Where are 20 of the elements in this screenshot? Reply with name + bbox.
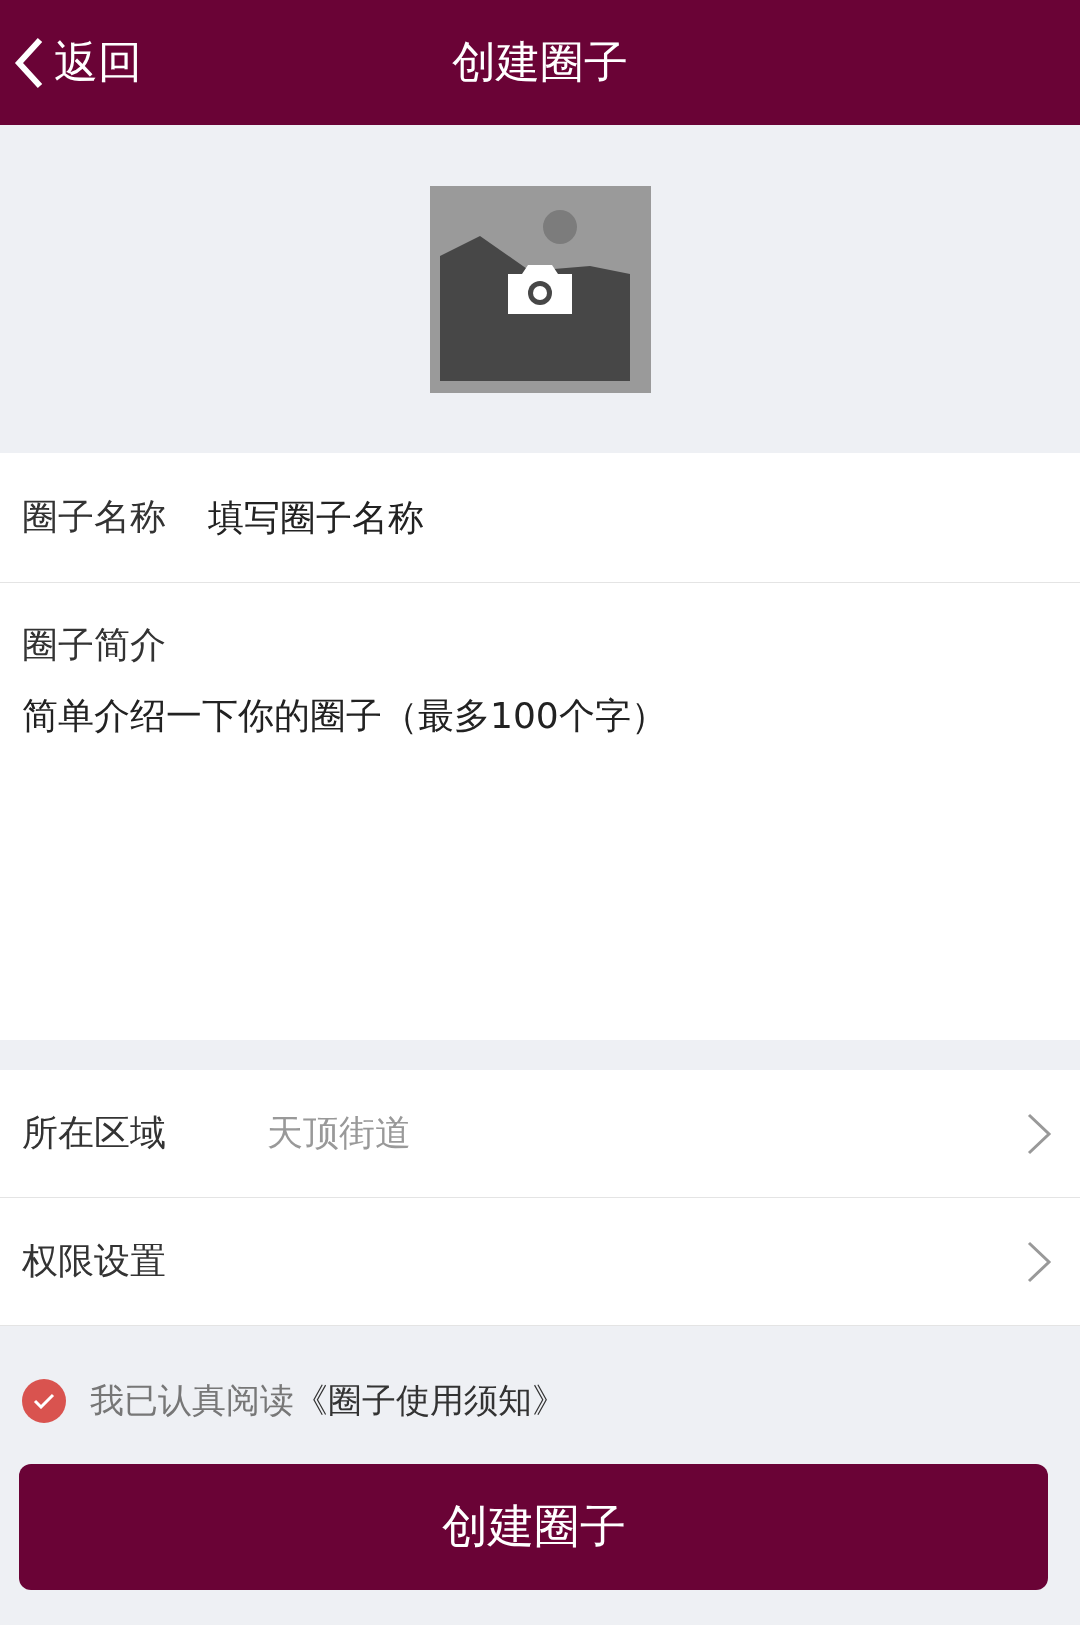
chevron-right-icon — [1026, 1239, 1052, 1284]
name-field-row[interactable]: 圈子名称 填写圈子名称 — [0, 453, 1080, 583]
check-icon — [33, 1393, 55, 1409]
field-label: 圈子简介 — [22, 623, 167, 667]
settings-row[interactable]: 权限设置 — [0, 1198, 1080, 1326]
back-button[interactable]: 返回 — [14, 33, 142, 92]
upload-photo-button[interactable] — [429, 185, 651, 393]
guidelines-link[interactable]: 《圈子使用须知》 — [294, 1380, 566, 1420]
create-button[interactable]: 创建圈子 — [19, 1464, 1048, 1590]
chevron-right-icon — [1026, 1111, 1052, 1156]
agree-checkbox[interactable] — [22, 1379, 66, 1423]
circle-intro-field[interactable]: 简单介绍一下你的圈子（最多100个字） — [22, 692, 1058, 1040]
settings-row[interactable]: 所在区域 天顶街道 — [0, 1070, 1080, 1198]
agreement-text: 我已认真阅读《圈子使用须知》 — [90, 1379, 566, 1422]
back-icon — [14, 36, 44, 89]
circle-name-field[interactable]: 填写圈子名称 — [206, 496, 1058, 539]
photo-camera-icon — [429, 185, 651, 393]
intro-field-panel[interactable]: 圈子简介 简单介绍一下你的圈子（最多100个字） — [0, 583, 1080, 1040]
page-title: 创建圈子 — [452, 35, 628, 89]
field-label: 圈子名称 — [22, 495, 166, 539]
